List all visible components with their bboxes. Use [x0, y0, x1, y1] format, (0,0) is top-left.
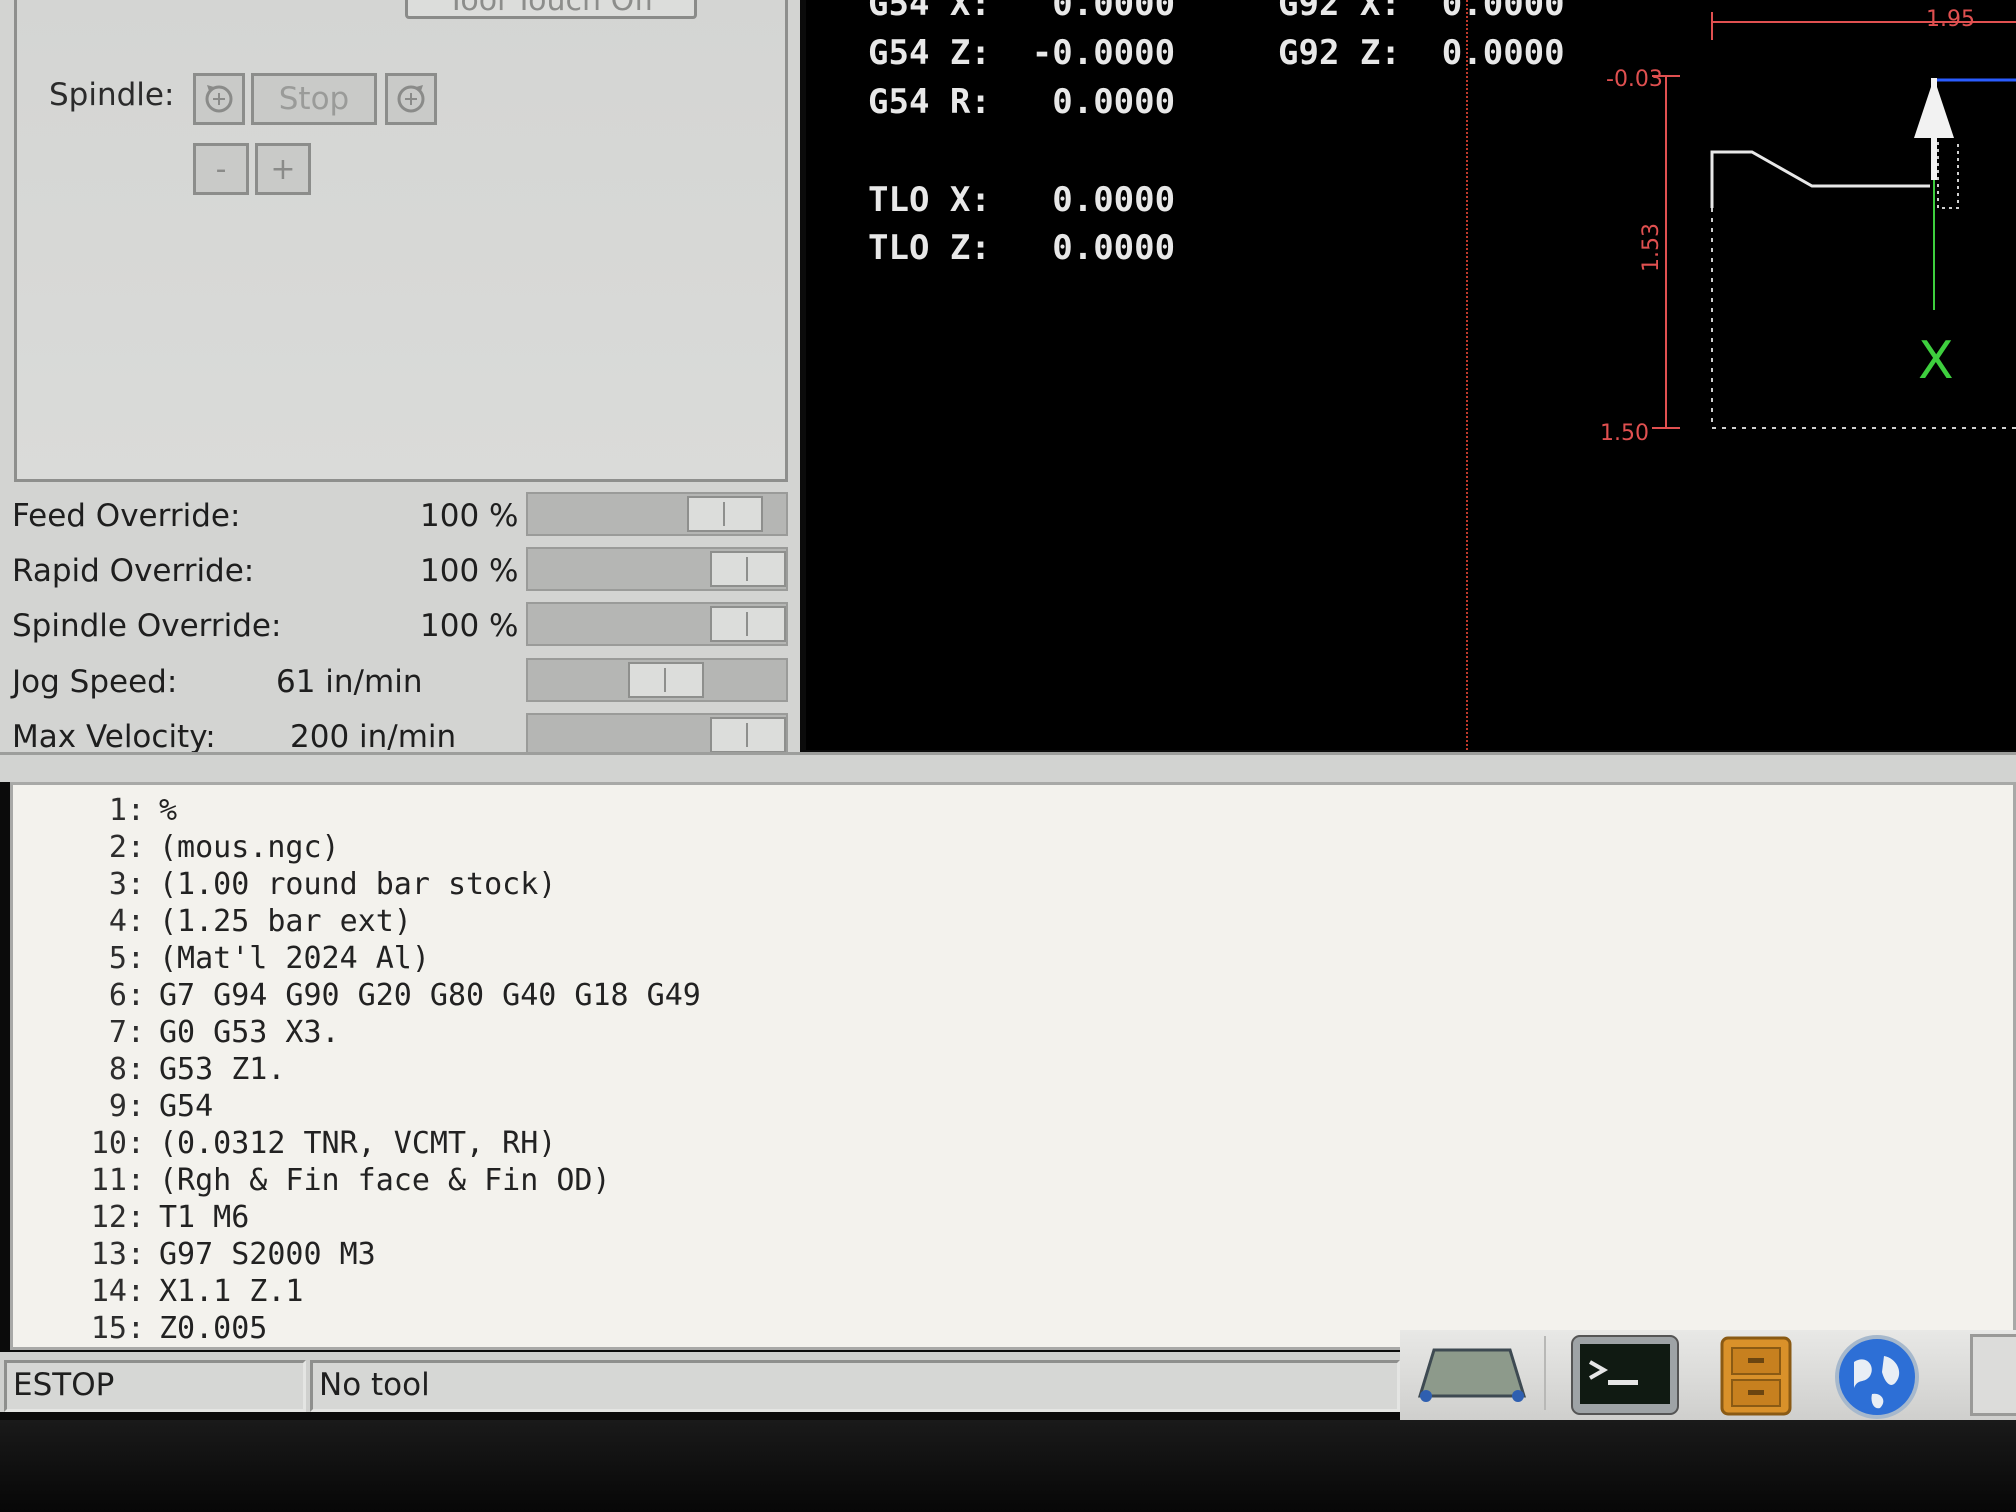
dimension-label-top: 1.95 — [1926, 7, 1975, 32]
gcode-line[interactable]: 2: (mous.ngc) — [13, 830, 340, 867]
taskbar-divider — [1544, 1336, 1546, 1410]
dimension-label-left-top: -0.03 — [1606, 67, 1663, 92]
tool-clearance — [1937, 142, 1959, 209]
jog-speed-slider-handle[interactable] — [628, 662, 705, 698]
machine-state-field: ESTOP — [4, 1360, 306, 1412]
gcode-listing[interactable]: 1:% 2: (mous.ngc) 3: (1.00 round bar stock… — [10, 782, 2016, 1350]
toolpath-preview: 1.95 -0.03 1.53 1.50 X — [1600, 7, 2016, 446]
spindle-cw-icon — [397, 85, 425, 113]
spindle-ccw-icon — [205, 85, 233, 113]
spindle-slower-button[interactable]: - — [193, 143, 249, 195]
globe-icon[interactable] — [1832, 1332, 1922, 1422]
partial-icon[interactable] — [1970, 1334, 2016, 1416]
stock-boundary — [1711, 208, 2016, 429]
x-axis-label: X — [1918, 331, 1954, 391]
tool-status-field: No tool — [310, 1360, 1400, 1412]
feed-override-label: Feed Override: — [12, 498, 241, 534]
max-velocity-slider-handle[interactable] — [710, 717, 786, 753]
manual-control-frame: Tool Touch Off Spindle: Stop - + — [14, 0, 788, 482]
jog-speed-row: Jog Speed: 61 in/min — [0, 658, 800, 710]
spindle-reverse-button[interactable] — [193, 73, 245, 125]
gcode-line[interactable]: 8: G53 Z1. — [13, 1052, 286, 1089]
spindle-override-slider-handle[interactable] — [710, 606, 786, 642]
dro-preview-panel[interactable]: G54 X: 0.0000 G92 X: 0.0000 G54 Z: -0.00… — [806, 0, 2016, 750]
spindle-override-slider[interactable] — [526, 602, 788, 646]
toolpath-profile — [1710, 150, 1930, 208]
tool-touch-off-button[interactable]: Tool Touch Off — [405, 0, 697, 19]
dimension-label-left-bottom: 1.50 — [1600, 421, 1649, 446]
feed-override-value: 100 % — [420, 498, 519, 534]
terminal-icon[interactable] — [1570, 1334, 1680, 1416]
system-taskbar — [1400, 1330, 2016, 1420]
spindle-faster-button[interactable]: + — [255, 143, 311, 195]
rapid-override-value: 100 % — [420, 553, 519, 589]
gcode-line[interactable]: 5: (Mat'l 2024 Al) — [13, 941, 430, 978]
gcode-line[interactable]: 9: G54 — [13, 1089, 213, 1126]
spindle-forward-button[interactable] — [385, 73, 437, 125]
jog-speed-slider[interactable] — [526, 658, 788, 702]
drive-icon[interactable] — [1416, 1344, 1528, 1408]
gcode-line[interactable]: 6: G7 G94 G90 G20 G80 G40 G18 G49 — [13, 978, 701, 1015]
gcode-line[interactable]: 7: G0 G53 X3. — [13, 1015, 340, 1052]
feed-override-row: Feed Override: 100 % — [0, 492, 800, 544]
gcode-line[interactable]: 12: T1 M6 — [13, 1200, 250, 1237]
spindle-override-label: Spindle Override: — [12, 608, 282, 644]
gcode-line[interactable]: 10: (0.0312 TNR, VCMT, RH) — [13, 1126, 557, 1163]
gcode-line[interactable]: 11: (Rgh & Fin face & Fin OD) — [13, 1163, 611, 1200]
spindle-stop-button[interactable]: Stop — [251, 73, 377, 125]
gcode-line[interactable]: 14: X1.1 Z.1 — [13, 1274, 304, 1311]
status-bar: ESTOP No tool — [0, 1352, 1400, 1412]
rapid-override-label: Rapid Override: — [12, 553, 255, 589]
rapid-override-slider[interactable] — [526, 547, 788, 591]
spindle-label: Spindle: — [49, 77, 175, 113]
file-cabinet-icon[interactable] — [1718, 1334, 1794, 1418]
feed-override-slider-handle[interactable] — [687, 496, 764, 532]
gcode-line[interactable]: 3: (1.00 round bar stock) — [13, 867, 556, 904]
max-velocity-slider[interactable] — [526, 713, 788, 757]
monitor-bezel — [0, 1420, 2016, 1512]
feed-override-slider[interactable] — [526, 492, 788, 536]
gcode-line[interactable]: 1:% — [13, 793, 177, 830]
max-velocity-value: 200 in/min — [290, 719, 457, 755]
spindle-override-value: 100 % — [420, 608, 519, 644]
max-velocity-label: Max Velocity: — [12, 719, 216, 755]
panel-separator — [0, 752, 2016, 782]
rapid-override-row: Rapid Override: 100 % — [0, 547, 800, 599]
gcode-line[interactable]: 13: G97 S2000 M3 — [13, 1237, 376, 1274]
gcode-line[interactable]: 15: Z0.005 — [13, 1311, 268, 1348]
spindle-override-row: Spindle Override: 100 % — [0, 602, 800, 654]
dimension-label-left-mid: 1.53 — [1639, 223, 1664, 272]
jog-speed-value: 61 in/min — [276, 664, 423, 700]
rapid-override-slider-handle[interactable] — [710, 551, 786, 587]
gcode-line[interactable]: 4: (1.25 bar ext) — [13, 904, 412, 941]
jog-speed-label: Jog Speed: — [12, 664, 178, 700]
control-panel: Tool Touch Off Spindle: Stop - + Feed Ov… — [0, 0, 800, 775]
